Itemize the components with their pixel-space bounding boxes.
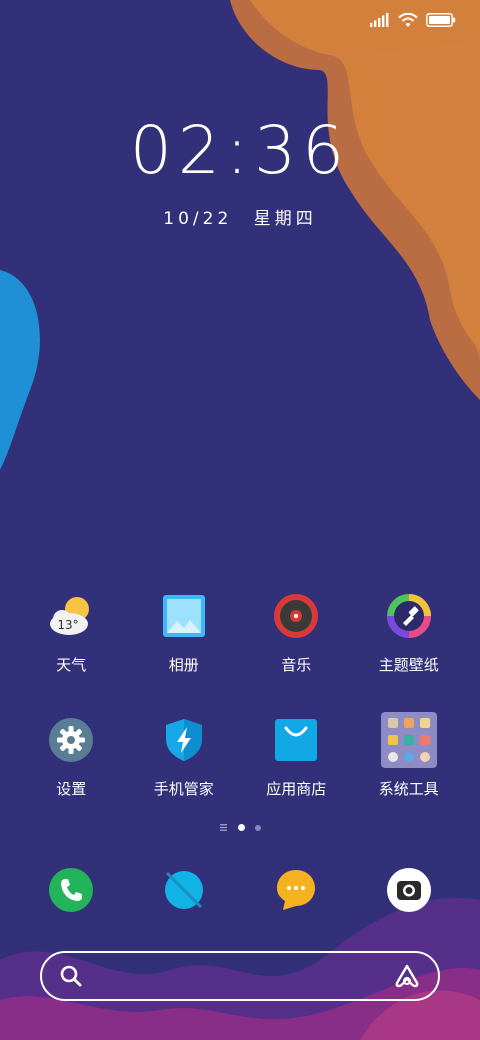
weekday-text: 星期四	[253, 209, 317, 229]
assistant-icon[interactable]	[394, 964, 420, 988]
app-label: 天气	[56, 656, 87, 674]
messages-icon	[268, 862, 324, 918]
search-icon[interactable]	[60, 965, 82, 987]
app-label: 设置	[56, 780, 87, 798]
app-label: 主题壁纸	[378, 656, 439, 674]
dock-camera[interactable]	[353, 862, 466, 922]
battery-icon	[426, 13, 456, 27]
dock	[15, 862, 465, 922]
page-list-icon[interactable]	[219, 824, 228, 831]
page-indicator	[0, 824, 480, 831]
app-label: 系统工具	[378, 780, 439, 798]
music-icon	[268, 588, 324, 644]
camera-icon	[381, 862, 437, 918]
search-input[interactable]	[94, 956, 382, 996]
system-tools-folder-icon	[380, 712, 437, 768]
lock-clock: 02:36	[129, 112, 351, 189]
dock-messages[interactable]	[240, 862, 353, 922]
phone-manager-icon	[156, 712, 212, 768]
app-store-icon	[268, 712, 324, 768]
app-gallery[interactable]: 相册	[128, 588, 241, 688]
app-label: 手机管家	[153, 780, 214, 798]
page-dot-active[interactable]	[237, 824, 245, 831]
theme-icon	[381, 588, 437, 644]
page-dot[interactable]	[254, 824, 261, 831]
dock-phone[interactable]	[15, 862, 128, 922]
search-bar[interactable]	[40, 951, 440, 1001]
app-music[interactable]: 音乐	[240, 588, 353, 688]
app-grid: 13° 天气 相册 音乐 主题壁纸 设置 手机管家 应用商店 系统工具	[15, 588, 465, 812]
browser-icon	[156, 862, 212, 918]
app-settings[interactable]: 设置	[15, 712, 128, 812]
app-theme[interactable]: 主题壁纸	[353, 588, 466, 688]
lock-date: 10/22 星期四	[0, 204, 480, 229]
app-phone-manager[interactable]: 手机管家	[128, 712, 241, 812]
app-label: 应用商店	[266, 780, 327, 798]
dock-browser[interactable]	[128, 862, 241, 922]
weather-icon: 13°	[43, 588, 99, 644]
status-bar	[370, 8, 456, 32]
signal-icon	[370, 13, 389, 27]
settings-icon	[43, 712, 99, 768]
app-store[interactable]: 应用商店	[240, 712, 353, 812]
phone-icon	[43, 862, 99, 918]
app-label: 音乐	[281, 656, 312, 674]
date-text: 10/22	[163, 209, 233, 229]
app-label: 相册	[168, 656, 199, 674]
weather-temp: 13°	[58, 618, 79, 632]
gallery-icon	[156, 588, 212, 644]
app-weather[interactable]: 13° 天气	[15, 588, 128, 688]
folder-system-tools[interactable]: 系统工具	[353, 712, 466, 812]
wifi-icon	[398, 12, 418, 27]
